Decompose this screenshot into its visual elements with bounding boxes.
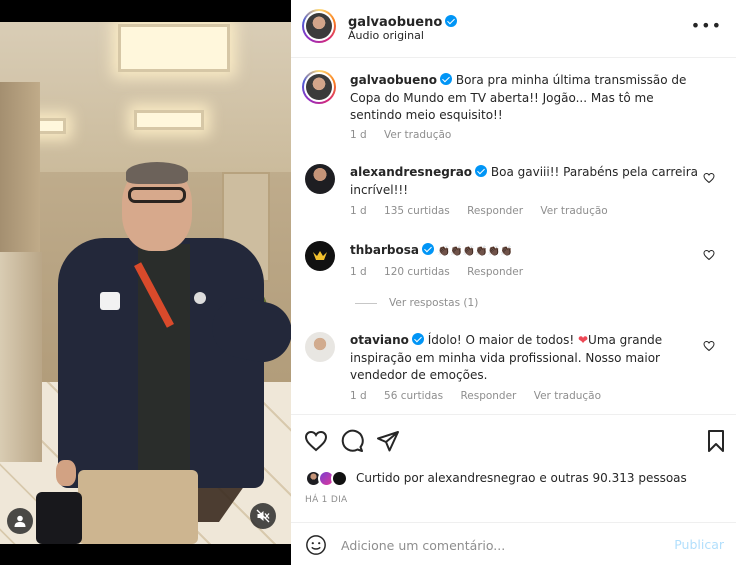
comment-time[interactable]: 1 d (350, 390, 367, 402)
verified-icon (475, 165, 488, 177)
verified-icon (440, 73, 453, 85)
comment-text: alexandresnegrao Boa gaviii!! Parabéns p… (350, 164, 705, 199)
see-translation-link[interactable]: Ver tradução (384, 129, 451, 141)
comment-likes[interactable]: 120 curtidas (384, 266, 450, 278)
person-trousers (78, 470, 198, 544)
author-username[interactable]: galvaobueno (348, 15, 442, 30)
avatar-image (306, 13, 332, 39)
verified-icon (411, 333, 424, 345)
comment-input[interactable] (341, 535, 641, 555)
mute-icon (256, 509, 270, 523)
comment-text: thbarbosa 👏🏿👏🏿👏🏿👏🏿👏🏿👏🏿 (350, 242, 705, 261)
add-comment-bar: Publicar (291, 522, 736, 565)
heart-icon[interactable] (304, 429, 328, 453)
user-tag-button[interactable] (7, 508, 33, 534)
comment-username[interactable]: otaviano (350, 333, 409, 347)
post-actions: Curtido por alexandresnegrao e outras 90… (291, 414, 736, 522)
header-user: galvaobueno (348, 11, 458, 30)
video-person (0, 0, 291, 544)
comment-meta: 1 d 120 curtidas Responder (350, 266, 537, 278)
more-options-button[interactable]: ••• (691, 18, 722, 34)
commenter-avatar[interactable] (305, 164, 335, 194)
avatar-image (306, 74, 332, 100)
view-replies-button[interactable]: Ver respostas (1) (355, 297, 478, 309)
liked-by-text[interactable]: Curtido por alexandresnegrao e outras 90… (356, 471, 687, 485)
comment-body: Ídolo! O maior de todos! (427, 333, 578, 347)
person-hand (56, 460, 76, 486)
comment-time[interactable]: 1 d (350, 266, 367, 278)
caption: galvaobueno Bora pra minha última transm… (302, 68, 725, 148)
comment-body-emoji: 👏🏿👏🏿👏🏿👏🏿👏🏿👏🏿 (437, 246, 513, 257)
red-heart-emoji-icon: ❤ (577, 333, 589, 347)
publish-button[interactable]: Publicar (674, 537, 724, 552)
reply-button[interactable]: Responder (467, 266, 523, 278)
view-replies-label: Ver respostas (1) (389, 297, 479, 309)
comment-meta: 1 d 135 curtidas Responder Ver tradução (350, 205, 622, 217)
see-translation-link[interactable]: Ver tradução (534, 390, 601, 402)
comment-item: otaviano Ídolo! O maior de todos! ❤Uma g… (305, 328, 725, 406)
crown-logo-icon (313, 251, 327, 260)
mute-button[interactable] (250, 503, 276, 529)
comment-item: alexandresnegrao Boa gaviii!! Parabéns p… (305, 160, 725, 226)
person-bag (36, 492, 82, 544)
caption-meta: 1 d Ver tradução (350, 129, 465, 141)
person-hair (126, 162, 188, 184)
caption-avatar[interactable] (302, 70, 336, 104)
bookmark-icon[interactable] (704, 429, 728, 453)
post-media[interactable] (0, 0, 291, 565)
author-avatar[interactable] (302, 9, 336, 43)
comment-likes[interactable]: 56 curtidas (384, 390, 443, 402)
post-age[interactable]: HÁ 1 DIA (305, 495, 348, 505)
person-glasses (128, 187, 186, 203)
like-comment-heart-icon[interactable] (703, 340, 715, 352)
share-icon[interactable] (376, 429, 400, 453)
post-header: galvaobueno Áudio original ••• (291, 0, 736, 58)
comment-username[interactable]: thbarbosa (350, 243, 419, 257)
comment-time[interactable]: 1 d (350, 205, 367, 217)
comment-likes[interactable]: 135 curtidas (384, 205, 450, 217)
more-icon: ••• (690, 16, 722, 35)
reply-button[interactable]: Responder (467, 205, 523, 217)
liker-avatar (331, 469, 348, 487)
replies-divider (355, 302, 377, 304)
post-panel: galvaobueno Áudio original ••• galvaobue… (291, 0, 736, 565)
like-comment-heart-icon[interactable] (703, 172, 715, 184)
comment-username[interactable]: alexandresnegrao (350, 165, 472, 179)
comment-text: otaviano Ídolo! O maior de todos! ❤Uma g… (350, 332, 705, 385)
caption-time[interactable]: 1 d (350, 129, 367, 141)
emoji-icon[interactable] (305, 534, 327, 556)
comment-item: thbarbosa 👏🏿👏🏿👏🏿👏🏿👏🏿👏🏿 1 d 120 curtidas … (305, 238, 725, 284)
commenter-avatar[interactable] (305, 332, 335, 362)
like-comment-heart-icon[interactable] (703, 249, 715, 261)
user-tag-icon (14, 515, 26, 527)
liked-by-row[interactable]: Curtido por alexandresnegrao e outras 90… (305, 468, 687, 488)
jacket-logo (100, 292, 120, 310)
commenter-avatar[interactable] (305, 241, 335, 271)
comment-meta: 1 d 56 curtidas Responder Ver tradução (350, 390, 615, 402)
comment-icon[interactable] (340, 429, 364, 453)
caption-username[interactable]: galvaobueno (350, 73, 437, 87)
reply-button[interactable]: Responder (460, 390, 516, 402)
verified-icon (421, 243, 434, 255)
verified-icon (445, 15, 458, 27)
jacket-badge (194, 292, 206, 304)
audio-label[interactable]: Áudio original (348, 29, 424, 42)
see-translation-link[interactable]: Ver tradução (540, 205, 607, 217)
caption-text: galvaobueno Bora pra minha última transm… (350, 72, 705, 125)
